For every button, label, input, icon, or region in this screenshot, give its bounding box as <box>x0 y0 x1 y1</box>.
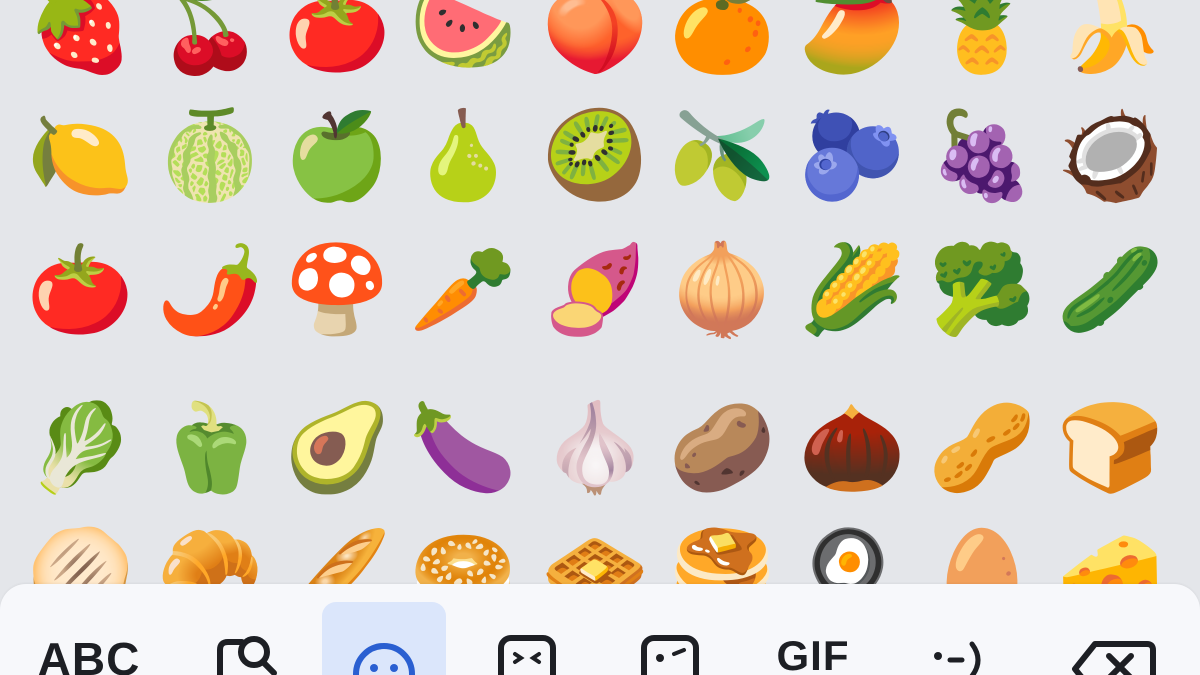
emoji-key[interactable]: 🥬 <box>20 388 140 508</box>
emoji-key[interactable]: 🍏 <box>277 96 397 216</box>
backspace-button[interactable] <box>1050 602 1174 675</box>
emoji-key[interactable]: 🥕 <box>403 230 523 350</box>
abc-label: ABC <box>37 633 141 675</box>
emoji-key[interactable]: 🍉 <box>403 0 523 88</box>
smiley-face-icon <box>339 630 429 675</box>
abc-keyboard-button[interactable]: ABC <box>27 602 151 675</box>
emoji-key[interactable]: 🍊 <box>662 0 782 88</box>
emoji-search-icon <box>197 630 287 675</box>
emoji-key[interactable]: 🍠 <box>535 230 655 350</box>
emoji-key[interactable]: 🥔 <box>662 388 782 508</box>
emoji-key[interactable]: 🥦 <box>922 230 1042 350</box>
emoji-key[interactable]: 🍐 <box>403 96 523 216</box>
gif-label: GIF <box>776 632 850 675</box>
emoji-key[interactable]: 🍍 <box>922 0 1042 88</box>
emoji-key[interactable]: 🌰 <box>792 388 912 508</box>
emoji-key[interactable]: 🌶️ <box>150 230 270 350</box>
emoji-key[interactable]: 🍈 <box>150 96 270 216</box>
emoji-key[interactable]: 🍓 <box>20 0 140 88</box>
emoji-key[interactable]: 🍄 <box>277 230 397 350</box>
emoji-key[interactable]: 🥑 <box>277 388 397 508</box>
emoji-key[interactable]: 🥝 <box>535 96 655 216</box>
emoji-key[interactable]: 🍞 <box>1050 388 1170 508</box>
emoji-key[interactable]: 🍇 <box>922 96 1042 216</box>
emoji-key[interactable]: 🍌 <box>1050 0 1170 88</box>
emoji-key[interactable]: 🌽 <box>792 230 912 350</box>
gif-tab-button[interactable]: GIF <box>751 602 875 675</box>
emoji-key[interactable]: 🍋 <box>20 96 140 216</box>
sticker-face-icon <box>482 630 572 675</box>
emoji-key[interactable]: 🥜 <box>922 388 1042 508</box>
emoji-key[interactable]: 🍆 <box>403 388 523 508</box>
emoticon-tab-button[interactable] <box>894 602 1018 675</box>
emoji-keyboard-screen: 🍓 🍒 🍅 🍉 🍑 🍊 🥭 🍍 🍌 🍋 🍈 🍏 🍐 🥝 🫒 🫐 🍇 🥥 🍅 🌶️ 🍄 🥕 🍠 🧅 🌽 🥦 🥒 🥬 🫑 🥑 🍆 🧄 🥔 🌰 🥜 🍞 🫓 🥐 🥖… <box>0 0 1200 675</box>
emoji-key[interactable]: 🥭 <box>792 0 912 88</box>
emoji-key[interactable]: 🍒 <box>150 0 270 88</box>
emoji-key[interactable]: 🫑 <box>150 388 270 508</box>
emoji-key[interactable]: 🫐 <box>792 96 912 216</box>
emoji-key[interactable]: 🍑 <box>535 0 655 88</box>
emoji-key[interactable]: 🫒 <box>662 96 782 216</box>
emoji-grid: 🍓 🍒 🍅 🍉 🍑 🍊 🥭 🍍 🍌 🍋 🍈 🍏 🍐 🥝 🫒 🫐 🍇 🥥 🍅 🌶️ 🍄 🥕 🍠 🧅 🌽 🥦 🥒 🥬 🫑 🥑 🍆 🧄 🥔 🌰 🥜 🍞 🫓 🥐 🥖… <box>0 0 1200 618</box>
bitmoji-tab-button[interactable] <box>608 602 732 675</box>
emoji-tab-button[interactable] <box>322 602 446 675</box>
emoji-search-button[interactable] <box>180 602 304 675</box>
emoji-key[interactable]: 🍅 <box>277 0 397 88</box>
winking-sticker-icon <box>625 630 715 675</box>
emoji-key[interactable]: 🍅 <box>20 230 140 350</box>
emoji-key[interactable]: 🧅 <box>662 230 782 350</box>
emoji-key[interactable]: 🥒 <box>1050 230 1170 350</box>
backspace-icon <box>1067 630 1157 675</box>
emoji-key[interactable]: 🥥 <box>1050 96 1170 216</box>
keyboard-category-bar: ABC GIF <box>0 584 1200 675</box>
emoji-key[interactable]: 🧄 <box>535 388 655 508</box>
emoticon-icon <box>911 630 1001 675</box>
sticker-tab-button[interactable] <box>465 602 589 675</box>
